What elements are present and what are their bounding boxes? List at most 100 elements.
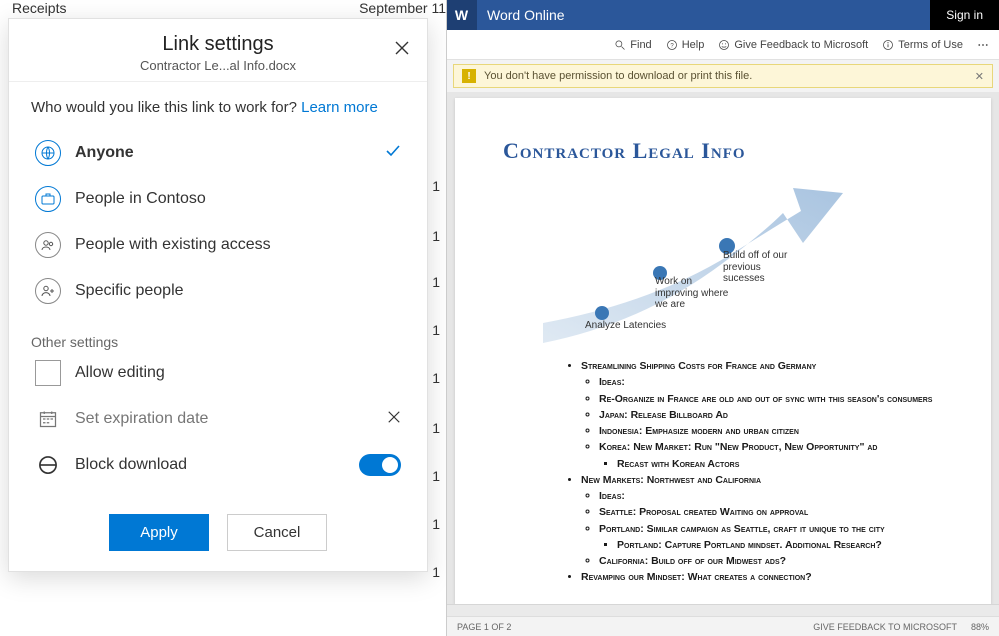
expiration-row[interactable]: Set expiration date bbox=[31, 396, 405, 442]
bg-number: 1 bbox=[432, 516, 440, 532]
bg-number: 1 bbox=[432, 420, 440, 436]
bullet-item: Japan: Release Billboard Ad bbox=[599, 407, 943, 423]
bg-number: 1 bbox=[432, 564, 440, 580]
checkbox-icon[interactable] bbox=[35, 360, 61, 386]
svg-text:?: ? bbox=[670, 43, 674, 49]
arrow-dot-icon bbox=[595, 306, 609, 320]
bullet-item: Recast with Korean Actors bbox=[617, 456, 943, 472]
bg-date: September 11 bbox=[359, 0, 446, 16]
word-logo-icon: W bbox=[447, 0, 477, 30]
bg-number: 1 bbox=[432, 274, 440, 290]
horizontal-scrollbar[interactable] bbox=[447, 604, 999, 616]
dialog-subtitle: Contractor Le...al Info.docx bbox=[21, 58, 415, 73]
help-label: Help bbox=[682, 39, 705, 51]
block-download-row: Block download bbox=[31, 442, 405, 488]
help-button[interactable]: ? Help bbox=[666, 39, 705, 51]
who-text: Who would you like this link to work for… bbox=[31, 98, 405, 118]
status-feedback[interactable]: GIVE FEEDBACK TO MICROSOFT bbox=[813, 622, 957, 632]
option-list: Anyone People in Contoso P bbox=[31, 130, 405, 314]
person-plus-icon bbox=[35, 278, 61, 304]
dialog-buttons: Apply Cancel bbox=[31, 514, 405, 551]
warning-text: You don't have permission to download or… bbox=[484, 70, 752, 82]
who-text-label: Who would you like this link to work for… bbox=[31, 99, 297, 116]
app-name: Word Online bbox=[477, 7, 565, 23]
smartart-arrow: Analyze Latencies Work on improving wher… bbox=[523, 178, 843, 348]
permission-warning: ! You don't have permission to download … bbox=[453, 64, 993, 88]
dialog-header: Link settings Contractor Le...al Info.do… bbox=[9, 19, 427, 82]
apply-button[interactable]: Apply bbox=[109, 514, 209, 551]
bullet-item: Ideas: bbox=[599, 374, 943, 390]
option-label: Anyone bbox=[75, 144, 134, 162]
people-icon bbox=[35, 232, 61, 258]
bullet-item: Portland: Similar campaign as Seattle, c… bbox=[599, 521, 943, 554]
status-bar: PAGE 1 OF 2 GIVE FEEDBACK TO MICROSOFT 8… bbox=[447, 616, 999, 636]
bg-number: 1 bbox=[432, 468, 440, 484]
option-label: People in Contoso bbox=[75, 190, 206, 208]
link-settings-dialog: Link settings Contractor Le...al Info.do… bbox=[8, 18, 428, 572]
info-icon bbox=[882, 39, 894, 51]
terms-label: Terms of Use bbox=[898, 39, 963, 51]
bg-number: 1 bbox=[432, 228, 440, 244]
close-icon bbox=[394, 40, 410, 56]
document-title: Contractor Legal Info bbox=[503, 138, 943, 164]
briefcase-icon bbox=[35, 186, 61, 212]
bg-number: 1 bbox=[432, 370, 440, 386]
option-people-in-org[interactable]: People in Contoso bbox=[31, 176, 405, 222]
document-page: Contractor Legal Info Analyze Latencies … bbox=[455, 98, 991, 604]
block-download-label: Block download bbox=[75, 456, 187, 474]
bullet-item: New Markets: Northwest and California Id… bbox=[581, 472, 943, 570]
option-label: People with existing access bbox=[75, 236, 271, 254]
toolbar: Find ? Help Give Feedback to Microsoft T… bbox=[447, 30, 999, 60]
word-online-panel: W Word Online Sign in Find ? Help Give F… bbox=[447, 0, 999, 636]
allow-editing-row[interactable]: Allow editing bbox=[31, 350, 405, 396]
background-header: Receipts September 11 bbox=[12, 0, 446, 16]
bullet-item: California: Build off of our Midwest ads… bbox=[599, 553, 943, 569]
warning-icon: ! bbox=[462, 69, 476, 83]
bullet-item: Seattle: Proposal created Waiting on app… bbox=[599, 504, 943, 520]
help-icon: ? bbox=[666, 39, 678, 51]
feedback-button[interactable]: Give Feedback to Microsoft bbox=[718, 39, 868, 51]
more-button[interactable] bbox=[977, 39, 989, 51]
bullet-item: Streamlining Shipping Costs for France a… bbox=[581, 358, 943, 472]
document-bullets: Streamlining Shipping Costs for France a… bbox=[503, 358, 943, 586]
option-anyone[interactable]: Anyone bbox=[31, 130, 405, 176]
bullet-item: Re-Organize in France are old and out of… bbox=[599, 391, 943, 407]
cancel-button[interactable]: Cancel bbox=[227, 514, 327, 551]
bg-title: Receipts bbox=[12, 0, 66, 16]
left-panel: Receipts September 11 1 1 1 1 1 1 1 1 1 … bbox=[0, 0, 447, 636]
smile-icon bbox=[718, 39, 730, 51]
close-warning-button[interactable]: ✕ bbox=[975, 70, 984, 83]
option-existing-access[interactable]: People with existing access bbox=[31, 222, 405, 268]
bullet-item: Ideas: bbox=[599, 488, 943, 504]
expiration-label: Set expiration date bbox=[75, 410, 208, 428]
check-icon bbox=[385, 143, 401, 164]
terms-button[interactable]: Terms of Use bbox=[882, 39, 963, 51]
zoom-level[interactable]: 88% bbox=[971, 622, 989, 632]
sign-in-button[interactable]: Sign in bbox=[930, 0, 999, 30]
titlebar: W Word Online Sign in bbox=[447, 0, 999, 30]
clear-expiration-button[interactable] bbox=[387, 410, 401, 429]
bullet-item: Revamping our Mindset: What creates a co… bbox=[581, 569, 943, 585]
bullet-item: Korea: New Market: Run "New Product, New… bbox=[599, 439, 943, 472]
page-indicator[interactable]: PAGE 1 OF 2 bbox=[457, 622, 511, 632]
find-button[interactable]: Find bbox=[614, 39, 651, 51]
calendar-icon bbox=[35, 406, 61, 432]
option-specific-people[interactable]: Specific people bbox=[31, 268, 405, 314]
close-button[interactable] bbox=[391, 37, 413, 59]
search-icon bbox=[614, 39, 626, 51]
dialog-title: Link settings bbox=[21, 33, 415, 56]
learn-more-link[interactable]: Learn more bbox=[301, 99, 378, 116]
arrow-node-3: Build off of our previous sucesses bbox=[723, 250, 805, 285]
option-label: Specific people bbox=[75, 282, 184, 300]
other-settings-header: Other settings bbox=[31, 334, 405, 350]
arrow-node-1: Analyze Latencies bbox=[585, 320, 667, 332]
block-download-toggle[interactable] bbox=[359, 454, 401, 476]
more-icon bbox=[977, 39, 989, 51]
document-area[interactable]: Contractor Legal Info Analyze Latencies … bbox=[447, 92, 999, 604]
globe-icon bbox=[35, 140, 61, 166]
feedback-label: Give Feedback to Microsoft bbox=[734, 39, 868, 51]
bg-number: 1 bbox=[432, 178, 440, 194]
dialog-body: Who would you like this link to work for… bbox=[9, 82, 427, 571]
bg-number: 1 bbox=[432, 322, 440, 338]
bullet-item: Portland: Capture Portland mindset. Addi… bbox=[617, 537, 943, 553]
